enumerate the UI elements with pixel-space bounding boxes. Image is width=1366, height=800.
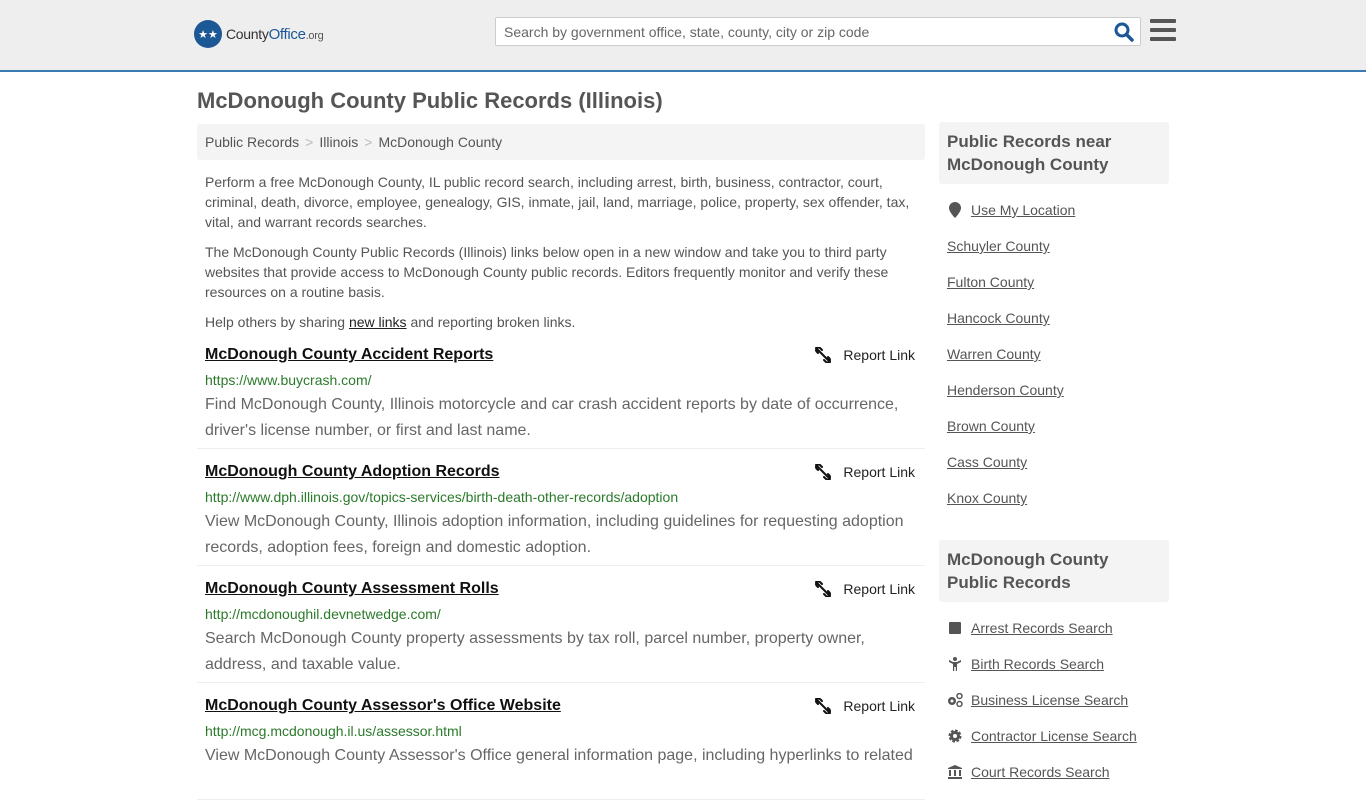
site-logo[interactable]: ★★ CountyOffice.org (194, 20, 324, 48)
nearby-county-link[interactable]: Knox County (947, 490, 1027, 506)
help-paragraph: Help others by sharing new links and rep… (205, 314, 576, 330)
map-marker-icon (947, 202, 963, 218)
breadcrumb-public-records[interactable]: Public Records (205, 134, 299, 150)
record-search-item: Business License Search (947, 682, 1161, 718)
county-records-list: Arrest Records Search Birth Records Sear… (939, 602, 1169, 790)
sidebar: Public Records near McDonough County Use… (939, 122, 1169, 790)
nearby-county-item: Henderson County (947, 372, 1161, 408)
record-title-link[interactable]: McDonough County Accident Reports (205, 346, 493, 364)
square-icon (947, 622, 963, 634)
record-item: McDonough County Accident Reports Report… (197, 332, 925, 449)
record-search-item: Arrest Records Search (947, 610, 1161, 646)
use-my-location-link[interactable]: Use My Location (971, 202, 1075, 218)
broken-link-icon (815, 581, 832, 597)
broken-link-icon (815, 698, 832, 714)
nearby-county-item: Hancock County (947, 300, 1161, 336)
broken-link-icon (815, 347, 832, 363)
record-item: McDonough County Assessment Rolls Report… (197, 566, 925, 683)
nearby-county-link[interactable]: Brown County (947, 418, 1035, 434)
intro-paragraph: The McDonough County Public Records (Ill… (205, 244, 889, 300)
breadcrumb-illinois[interactable]: Illinois (319, 134, 358, 150)
site-header: ★★ CountyOffice.org (0, 0, 1366, 72)
nearby-county-item: Schuyler County (947, 228, 1161, 264)
nearby-county-link[interactable]: Schuyler County (947, 238, 1050, 254)
record-description: Search McDonough County property assessm… (205, 630, 865, 673)
search-input[interactable] (496, 18, 1096, 45)
record-url[interactable]: http://www.dph.illinois.gov/topics-servi… (205, 489, 678, 505)
courthouse-icon (947, 765, 963, 779)
report-link-button[interactable]: Report Link (815, 347, 915, 363)
nearby-county-link[interactable]: Henderson County (947, 382, 1064, 398)
nearby-county-link[interactable]: Fulton County (947, 274, 1034, 290)
nearby-county-link[interactable]: Cass County (947, 454, 1027, 470)
search-icon[interactable] (1114, 22, 1134, 42)
record-title-link[interactable]: McDonough County Adoption Records (205, 463, 499, 481)
record-item: McDonough County Assessor's Office Websi… (197, 683, 925, 800)
record-url[interactable]: http://mcdonoughil.devnetwedge.com/ (205, 606, 441, 622)
breadcrumb-separator: > (364, 134, 373, 150)
record-description: Find McDonough County, Illinois motorcyc… (205, 396, 899, 439)
record-title-link[interactable]: McDonough County Assessment Rolls (205, 580, 499, 598)
record-url[interactable]: http://mcg.mcdonough.il.us/assessor.html (205, 723, 462, 739)
nearby-records-heading: Public Records near McDonough County (939, 122, 1169, 184)
broken-link-icon (815, 464, 832, 480)
record-search-item: Contractor License Search (947, 718, 1161, 754)
use-location-item: Use My Location (947, 192, 1161, 228)
nearby-county-item: Cass County (947, 444, 1161, 480)
arrest-records-link[interactable]: Arrest Records Search (971, 620, 1113, 636)
business-license-link[interactable]: Business License Search (971, 692, 1128, 708)
gear-icon (947, 729, 963, 743)
search-bar (495, 17, 1141, 46)
record-url[interactable]: https://www.buycrash.com/ (205, 372, 372, 388)
record-description: View McDonough County Assessor's Office … (205, 747, 913, 764)
record-search-item: Birth Records Search (947, 646, 1161, 682)
intro-text: Perform a free McDonough County, IL publ… (197, 172, 925, 332)
record-title-link[interactable]: McDonough County Assessor's Office Websi… (205, 697, 561, 715)
county-records-heading: McDonough County Public Records (939, 540, 1169, 602)
gears-icon (947, 693, 963, 707)
nearby-county-list: Use My Location Schuyler County Fulton C… (939, 184, 1169, 516)
nearby-county-item: Brown County (947, 408, 1161, 444)
child-icon (947, 657, 963, 671)
breadcrumb-current: McDonough County (378, 134, 503, 150)
page-title: McDonough County Public Records (Illinoi… (197, 88, 663, 113)
nearby-county-item: Knox County (947, 480, 1161, 516)
hamburger-menu-icon[interactable] (1150, 19, 1176, 41)
breadcrumb-separator: > (305, 134, 314, 150)
birth-records-link[interactable]: Birth Records Search (971, 656, 1104, 672)
nearby-county-item: Warren County (947, 336, 1161, 372)
breadcrumb: Public Records > Illinois > McDonough County (197, 124, 925, 160)
nearby-county-link[interactable]: Warren County (947, 346, 1041, 362)
record-description: View McDonough County, Illinois adoption… (205, 513, 904, 556)
report-link-button[interactable]: Report Link (815, 698, 915, 714)
report-link-button[interactable]: Report Link (815, 464, 915, 480)
contractor-license-link[interactable]: Contractor License Search (971, 728, 1137, 744)
record-item: McDonough County Adoption Records Report… (197, 449, 925, 566)
nearby-county-link[interactable]: Hancock County (947, 310, 1050, 326)
intro-paragraph: Perform a free McDonough County, IL publ… (205, 174, 910, 230)
court-records-link[interactable]: Court Records Search (971, 764, 1110, 780)
logo-wordmark: CountyOffice.org (226, 25, 324, 43)
main-content: Public Records > Illinois > McDonough County… (197, 124, 925, 800)
record-search-item: Court Records Search (947, 754, 1161, 790)
eagle-logo-icon: ★★ (194, 20, 222, 48)
report-link-button[interactable]: Report Link (815, 581, 915, 597)
nearby-county-item: Fulton County (947, 264, 1161, 300)
new-links-link[interactable]: new links (349, 314, 407, 330)
